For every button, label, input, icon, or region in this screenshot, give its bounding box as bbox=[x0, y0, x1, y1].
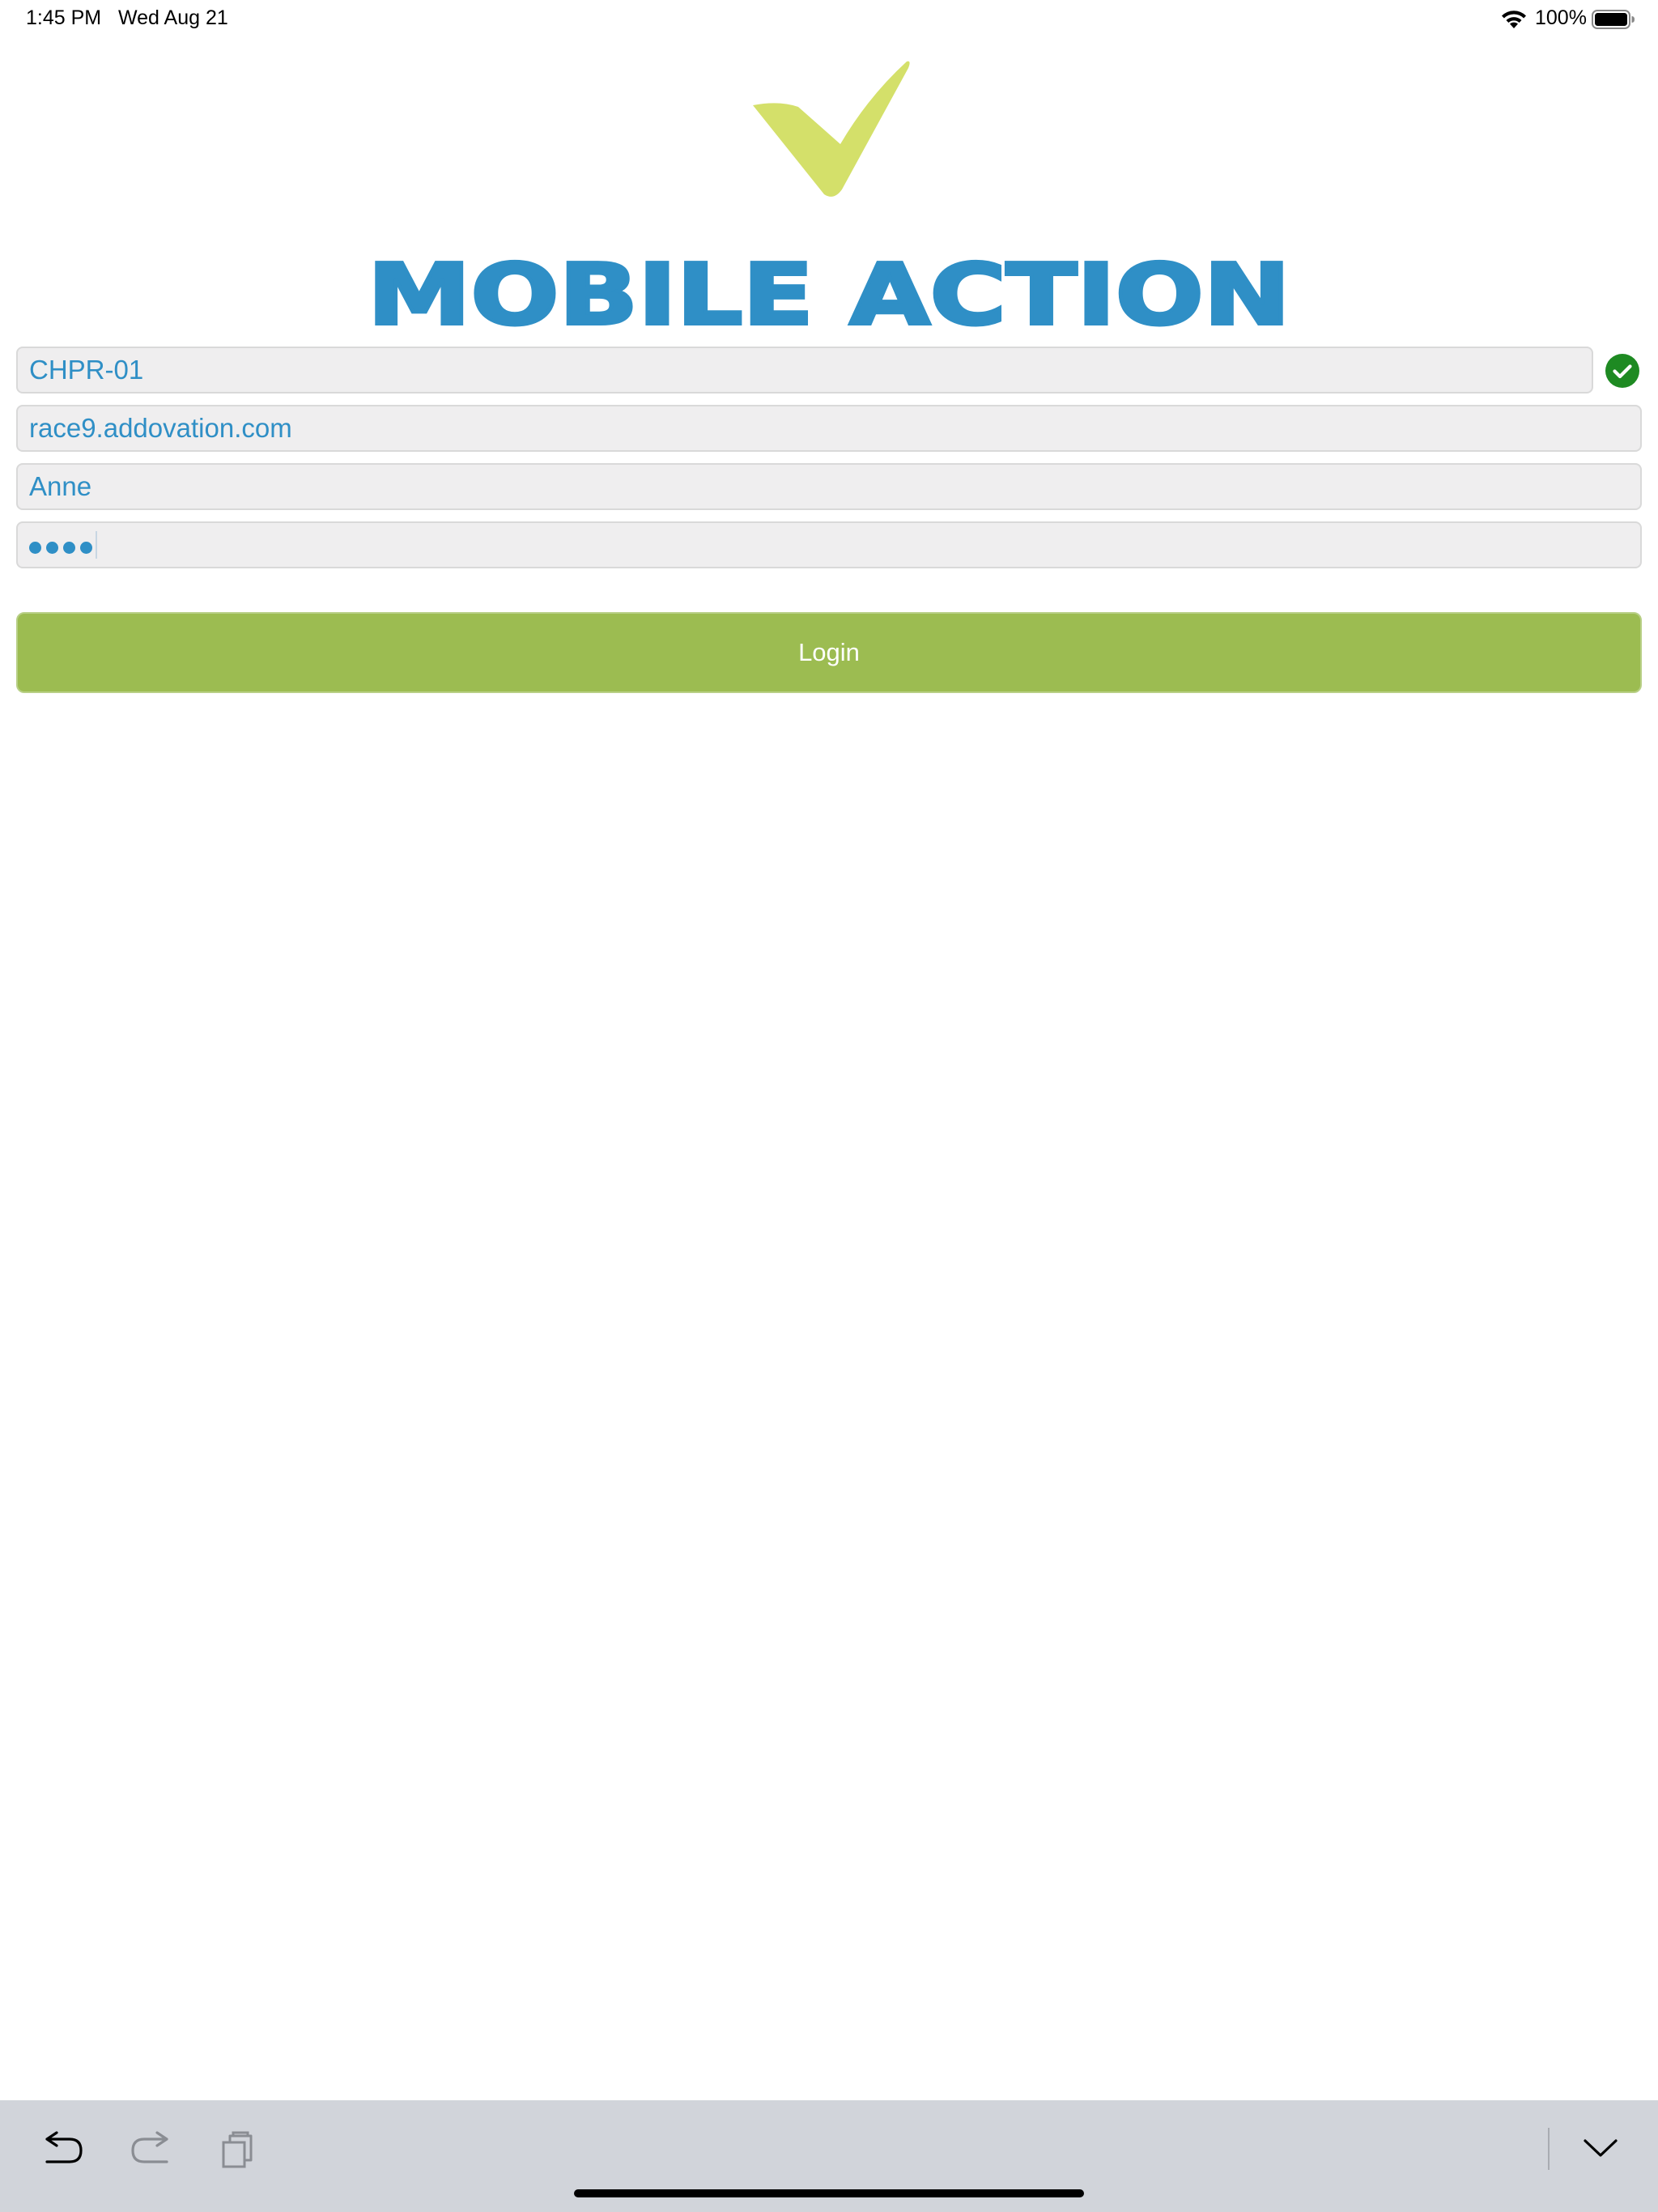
battery-icon bbox=[1592, 10, 1635, 29]
checkmark-circle-icon bbox=[1605, 354, 1639, 388]
password-dot bbox=[29, 542, 41, 555]
undo-icon[interactable] bbox=[40, 2129, 86, 2172]
battery-percent: 100% bbox=[1535, 6, 1587, 29]
wifi-icon bbox=[1502, 11, 1526, 28]
server-value: race9.addovation.com bbox=[29, 413, 292, 443]
text-cursor bbox=[96, 531, 97, 559]
mobile-action-wordmark: MOBILE ACTION bbox=[366, 257, 1292, 329]
username-value: Anne bbox=[29, 471, 92, 501]
status-date: Wed Aug 21 bbox=[118, 6, 228, 29]
dismiss-keyboard-icon[interactable] bbox=[1582, 2136, 1619, 2160]
login-label: Login bbox=[798, 638, 860, 666]
password-dot bbox=[46, 542, 58, 555]
status-time: 1:45 PM bbox=[26, 6, 102, 29]
checkmark-logo-icon bbox=[753, 61, 910, 197]
password-field[interactable] bbox=[16, 521, 1642, 568]
home-indicator bbox=[574, 2189, 1084, 2197]
password-dots bbox=[29, 523, 97, 567]
company-field[interactable]: CHPR-01 bbox=[16, 347, 1593, 393]
redo-icon[interactable] bbox=[128, 2129, 173, 2172]
keyboard-shortcut-bar bbox=[0, 2100, 1658, 2212]
password-dot bbox=[80, 542, 92, 555]
company-value: CHPR-01 bbox=[29, 355, 144, 385]
svg-text:MOBILE ACTION: MOBILE ACTION bbox=[368, 257, 1290, 329]
login-screen: 1:45 PM Wed Aug 21 100% MOBILE ACTION CH… bbox=[0, 0, 1658, 2212]
username-field[interactable]: Anne bbox=[16, 463, 1642, 510]
password-dot bbox=[63, 542, 75, 555]
toolbar-divider bbox=[1548, 2128, 1550, 2170]
status-bar: 1:45 PM Wed Aug 21 100% bbox=[0, 0, 1658, 39]
server-field[interactable]: race9.addovation.com bbox=[16, 405, 1642, 452]
paste-icon[interactable] bbox=[219, 2129, 257, 2172]
login-button[interactable]: Login bbox=[16, 612, 1642, 693]
